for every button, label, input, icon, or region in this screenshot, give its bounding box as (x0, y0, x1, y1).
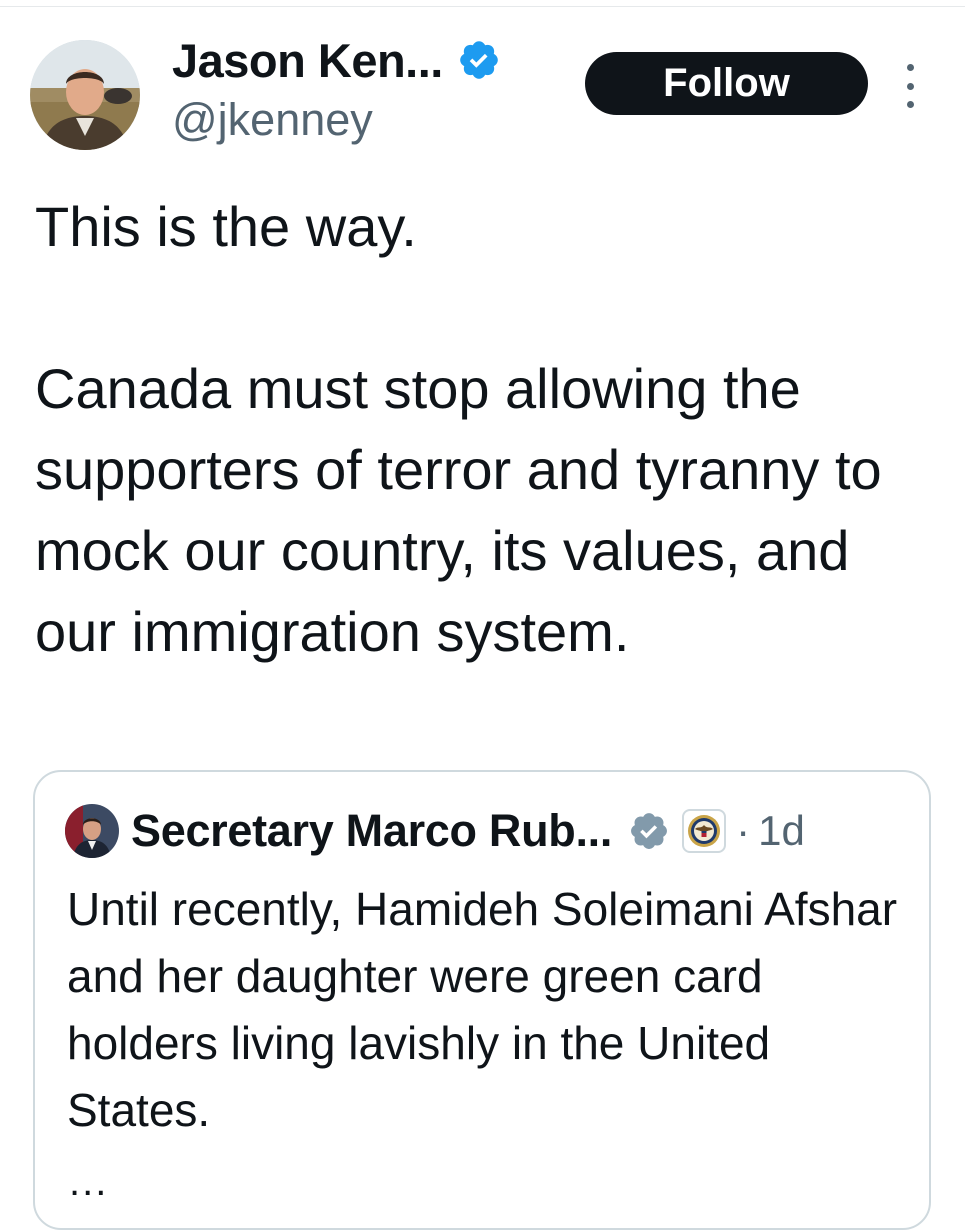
author-name[interactable]: Jason Ken... (172, 33, 443, 88)
gray-verified-badge-icon (631, 813, 668, 849)
quoted-tweet-card[interactable]: Secretary Marco Rub... · 1d Until recent… (33, 770, 931, 1230)
tweet-text: This is the way. Canada must stop allowi… (35, 195, 882, 663)
time-separator: · (736, 807, 751, 854)
verified-badge-icon (460, 41, 498, 79)
quote-timestamp[interactable]: 1d (758, 807, 805, 855)
author-handle[interactable]: @jkenney (172, 94, 373, 146)
quote-author-avatar[interactable] (65, 804, 119, 858)
quote-text: Until recently, Hamideh Soleimani Afshar… (67, 883, 898, 1136)
state-department-seal-icon (682, 809, 727, 853)
more-options-icon[interactable] (898, 64, 922, 108)
more-dot (906, 101, 914, 108)
author-avatar[interactable] (30, 40, 140, 150)
more-dot (906, 64, 914, 71)
top-divider (0, 6, 965, 7)
author-name-row: Jason Ken... (172, 32, 501, 88)
quote-header: Secretary Marco Rub... · 1d (65, 802, 805, 860)
quote-author-name[interactable]: Secretary Marco Rub... (131, 805, 612, 857)
more-dot (906, 82, 914, 90)
follow-button[interactable]: Follow (585, 52, 868, 115)
quote-truncation-ellipsis: ... (69, 1160, 109, 1204)
